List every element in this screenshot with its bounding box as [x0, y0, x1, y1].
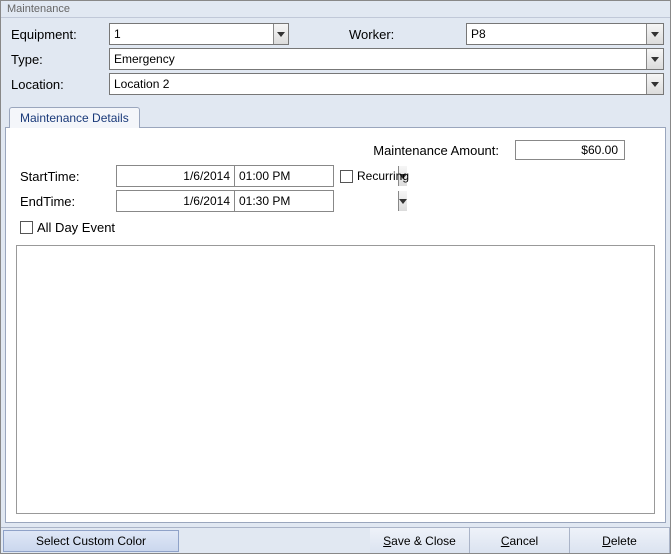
tab-area: Maintenance Details Maintenance Amount: …: [5, 103, 666, 523]
notes-textarea[interactable]: [16, 245, 655, 514]
start-label: StartTime:: [16, 169, 116, 184]
tab-strip: Maintenance Details: [5, 103, 666, 127]
end-time-dropdown[interactable]: [234, 190, 334, 212]
chevron-down-icon: [277, 32, 285, 37]
type-label: Type:: [7, 52, 109, 67]
worker-label: Worker:: [289, 27, 409, 42]
worker-input[interactable]: [467, 24, 646, 44]
location-label: Location:: [7, 77, 109, 92]
start-date-field[interactable]: 1/6/2014: [116, 165, 234, 187]
worker-dropdown[interactable]: [466, 23, 664, 45]
amount-label: Maintenance Amount:: [373, 143, 499, 158]
button-bar-spacer: [181, 528, 370, 553]
amount-field[interactable]: $60.00: [515, 140, 625, 160]
equipment-dropdown[interactable]: [109, 23, 289, 45]
delete-button[interactable]: Delete: [570, 528, 670, 553]
recurring-checkbox[interactable]: [340, 170, 353, 183]
equipment-dropdown-button[interactable]: [273, 24, 288, 44]
button-bar: Select Custom Color Save & Close Cancel …: [1, 527, 670, 553]
tab-maintenance-details[interactable]: Maintenance Details: [9, 107, 140, 128]
allday-checkbox[interactable]: [20, 221, 33, 234]
end-label: EndTime:: [16, 194, 116, 209]
end-date-field[interactable]: 1/6/2014: [116, 190, 234, 212]
select-custom-color-button[interactable]: Select Custom Color: [3, 530, 179, 552]
recurring-label: Recurring: [357, 169, 409, 183]
start-time-dropdown[interactable]: [234, 165, 334, 187]
save-close-button[interactable]: Save & Close: [370, 528, 470, 553]
chevron-down-icon: [399, 199, 407, 204]
end-time-dropdown-button[interactable]: [398, 191, 407, 211]
maintenance-window: Maintenance Equipment: Worker: Type:: [0, 0, 671, 554]
tab-panel: Maintenance Amount: $60.00 StartTime: 1/…: [5, 127, 666, 523]
top-form: Equipment: Worker: Type:: [1, 18, 670, 103]
type-dropdown-button[interactable]: [646, 49, 663, 69]
type-input[interactable]: [110, 49, 646, 69]
allday-label: All Day Event: [37, 220, 115, 235]
chevron-down-icon: [651, 57, 659, 62]
location-dropdown-button[interactable]: [646, 74, 663, 94]
chevron-down-icon: [651, 32, 659, 37]
end-time-input[interactable]: [235, 191, 398, 211]
location-dropdown[interactable]: [109, 73, 664, 95]
window-title: Maintenance: [1, 1, 670, 18]
equipment-input[interactable]: [110, 24, 273, 44]
cancel-button[interactable]: Cancel: [470, 528, 570, 553]
location-input[interactable]: [110, 74, 646, 94]
worker-dropdown-button[interactable]: [646, 24, 663, 44]
chevron-down-icon: [651, 82, 659, 87]
recurring-checkbox-row[interactable]: Recurring: [340, 169, 409, 183]
type-dropdown[interactable]: [109, 48, 664, 70]
allday-checkbox-row[interactable]: All Day Event: [20, 220, 655, 235]
equipment-label: Equipment:: [7, 27, 109, 42]
